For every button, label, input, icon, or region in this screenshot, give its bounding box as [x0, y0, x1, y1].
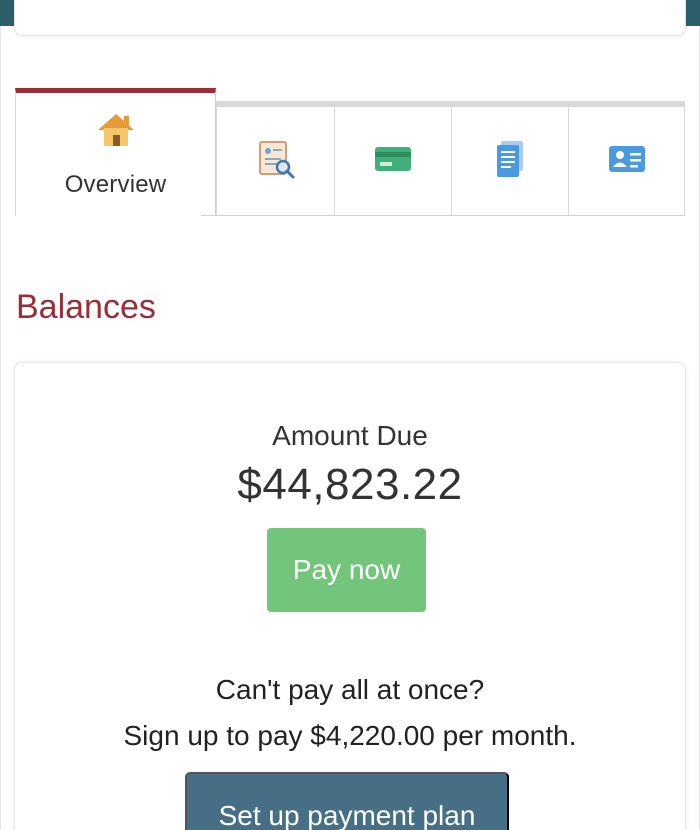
tab-statements[interactable] — [451, 101, 569, 216]
tab-documents[interactable] — [216, 101, 335, 216]
amount-due-value: $44,823.22 — [237, 460, 463, 509]
section-title-balances: Balances — [16, 288, 156, 326]
payment-plan-offer-text: Sign up to pay $4,220.00 per month. — [123, 720, 577, 751]
header-card — [14, 0, 686, 36]
set-up-payment-plan-button[interactable]: Set up payment plan — [185, 772, 509, 830]
id-card-icon — [607, 139, 647, 184]
pay-now-button[interactable]: Pay now — [267, 528, 426, 612]
tab-label-overview: Overview — [64, 171, 167, 198]
tab-bar: Overview — [15, 88, 685, 216]
amount-due-label: Amount Due — [272, 420, 428, 451]
document-list-icon — [490, 139, 530, 184]
tab-overview[interactable]: Overview — [15, 88, 216, 216]
tab-bar-bottom-border — [201, 215, 685, 216]
tab-payments[interactable] — [334, 101, 452, 216]
cant-pay-text: Can't pay all at once? — [215, 674, 485, 705]
document-search-icon — [256, 139, 296, 184]
credit-card-icon — [373, 139, 413, 184]
tab-profile[interactable] — [568, 101, 685, 216]
home-icon — [96, 110, 136, 155]
